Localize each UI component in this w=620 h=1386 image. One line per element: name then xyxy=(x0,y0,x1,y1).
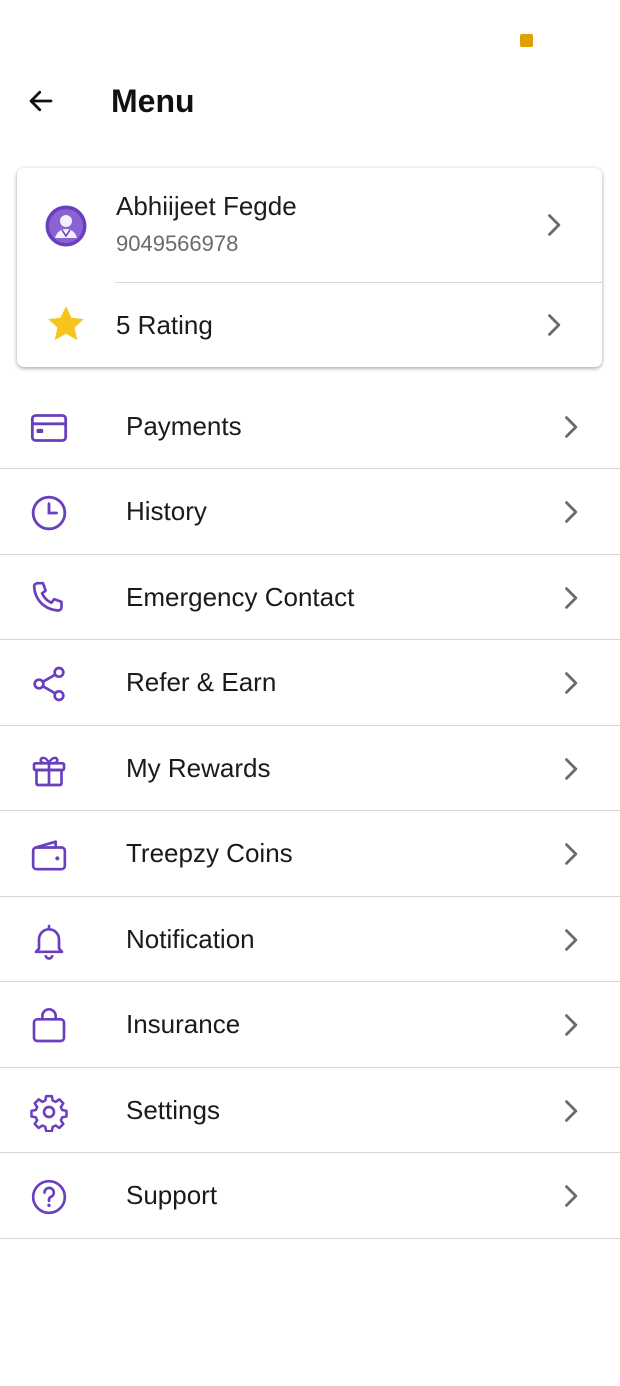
menu-item-label: My Rewards xyxy=(126,752,271,783)
chevron-right-icon xyxy=(565,586,578,609)
menu-item-label: Treepzy Coins xyxy=(126,838,293,868)
rating-label: 5 Rating xyxy=(116,310,213,340)
menu-item-insurance[interactable]: Insurance xyxy=(0,982,620,1068)
menu-item-label: Support xyxy=(126,1180,218,1210)
menu-item-label: Refer & Earn xyxy=(126,667,277,697)
star-icon xyxy=(48,306,84,341)
menu-item-notification[interactable]: Notification xyxy=(0,897,620,982)
chevron-right-icon xyxy=(565,672,578,694)
chevron-right-icon xyxy=(565,416,578,438)
menu-item-payments[interactable]: Payments xyxy=(0,384,620,469)
chevron-right-icon xyxy=(548,214,561,236)
user-name: Abhiijeet Fegde xyxy=(116,191,297,221)
menu-item-support[interactable]: Support xyxy=(0,1153,620,1239)
chevron-right-icon xyxy=(565,928,578,951)
menu-item-label: Emergency Contact xyxy=(126,581,355,612)
chevron-right-icon xyxy=(565,1099,578,1122)
credit-card-icon xyxy=(30,414,68,442)
help-circle-icon xyxy=(31,1179,67,1215)
bag-icon xyxy=(32,1008,66,1043)
bell-icon xyxy=(34,924,64,960)
chevron-right-icon xyxy=(565,1014,578,1036)
menu-item-settings[interactable]: Settings xyxy=(0,1068,620,1153)
gear-icon xyxy=(30,1094,68,1132)
page-title: Menu xyxy=(111,83,195,119)
gift-icon xyxy=(32,756,66,786)
rating-row[interactable]: 5 Rating xyxy=(17,283,602,367)
arrow-left-icon xyxy=(29,90,53,112)
share-icon xyxy=(33,666,65,702)
menu-item-refer-earn[interactable]: Refer & Earn xyxy=(0,640,620,726)
phone-icon xyxy=(32,581,63,612)
menu-item-label: Settings xyxy=(126,1094,220,1125)
chevron-right-icon xyxy=(565,501,578,523)
menu-list: Payments History Emergency Contact Refer… xyxy=(0,384,620,1239)
header: Menu xyxy=(0,70,620,132)
profile-row[interactable]: Abhiijeet Fegde 9049566978 xyxy=(17,168,602,282)
menu-item-treepzy-coins[interactable]: Treepzy Coins xyxy=(0,811,620,897)
user-phone: 9049566978 xyxy=(116,231,239,256)
menu-item-label: Notification xyxy=(126,923,255,954)
menu-item-label: Insurance xyxy=(126,1009,241,1039)
chevron-right-icon xyxy=(565,843,578,865)
chevron-right-icon xyxy=(565,757,578,780)
user-avatar-icon xyxy=(45,205,87,247)
chevron-right-icon xyxy=(548,314,561,336)
menu-item-label: History xyxy=(126,496,207,526)
wallet-icon xyxy=(31,840,67,871)
clock-icon xyxy=(31,495,67,531)
profile-card: Abhiijeet Fegde 9049566978 5 Rating xyxy=(17,168,602,367)
chevron-right-icon xyxy=(565,1185,578,1207)
menu-item-emergency-contact[interactable]: Emergency Contact xyxy=(0,555,620,640)
menu-item-my-rewards[interactable]: My Rewards xyxy=(0,726,620,811)
menu-item-history[interactable]: History xyxy=(0,469,620,555)
menu-item-label: Payments xyxy=(126,411,242,441)
status-indicator xyxy=(520,34,533,47)
back-button[interactable] xyxy=(22,82,60,120)
